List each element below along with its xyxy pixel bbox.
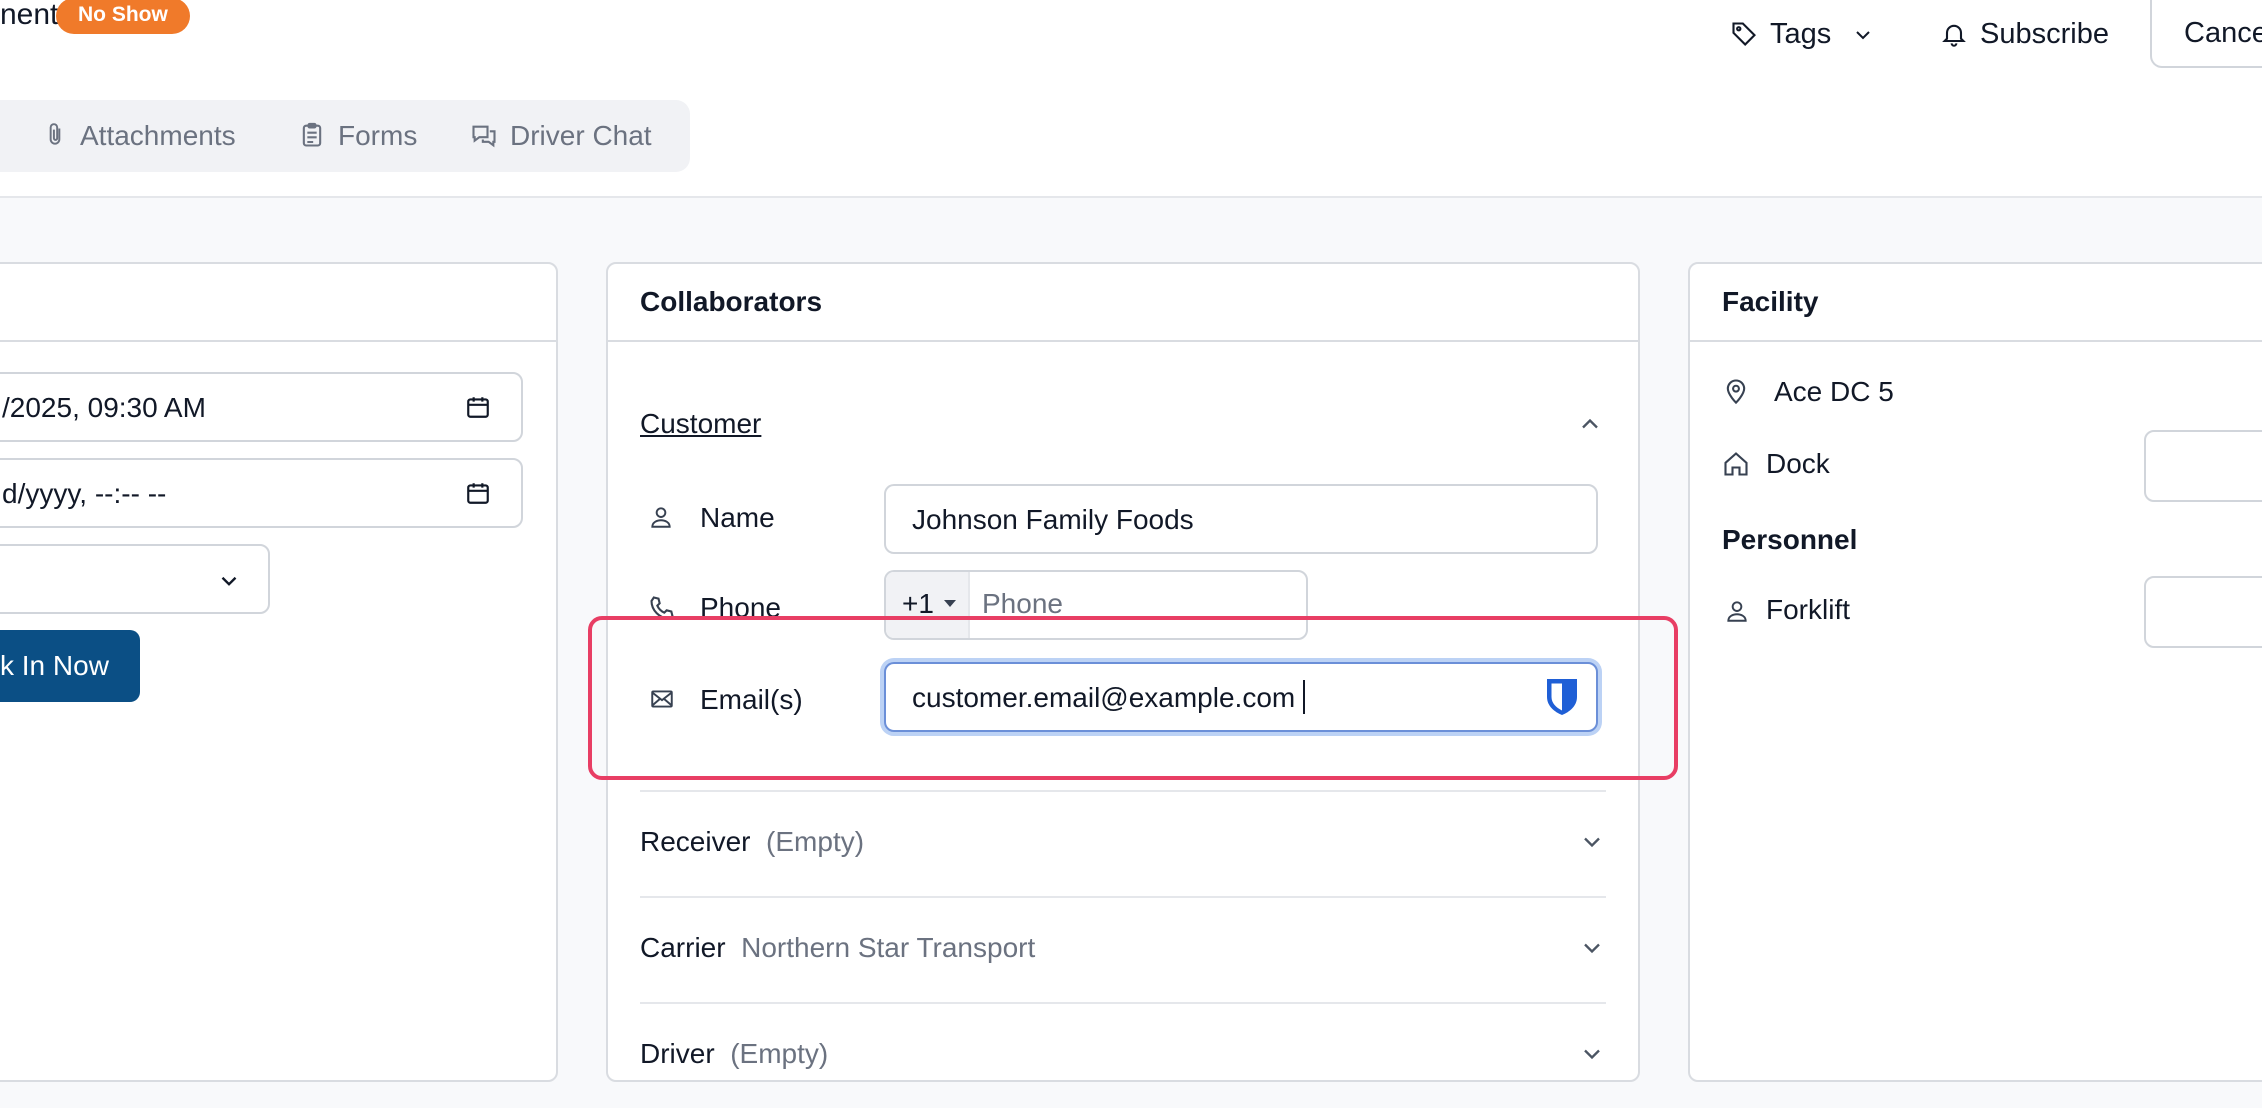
- chevron-down-icon: [1578, 828, 1606, 856]
- dock-select[interactable]: [2144, 430, 2262, 502]
- phone-icon: [648, 594, 676, 622]
- user-icon: [1724, 598, 1750, 624]
- tab-driver-chat[interactable]: Driver Chat: [470, 100, 652, 172]
- phone-label: Phone: [700, 592, 781, 623]
- start-datetime-value: /2025, 09:30 AM: [2, 392, 206, 423]
- end-datetime-input[interactable]: d/yyyy, --:-- --: [0, 458, 523, 528]
- check-in-now-button[interactable]: k In Now: [0, 630, 140, 702]
- chevron-down-icon: [216, 568, 242, 594]
- tab-label: Driver Chat: [510, 120, 652, 151]
- name-label: Name: [700, 502, 775, 533]
- card-header: Collaborators: [608, 264, 1638, 342]
- dock-label: Dock: [1766, 448, 1830, 479]
- tab-forms[interactable]: Forms: [298, 100, 417, 172]
- chat-icon: [470, 122, 498, 150]
- calendar-icon[interactable]: [465, 480, 491, 506]
- customer-name-value: Johnson Family Foods: [912, 504, 1194, 535]
- section-label: Receiver: [640, 826, 751, 857]
- subscribe-label: Subscribe: [1980, 17, 2109, 50]
- end-datetime-value: d/yyyy, --:-- --: [2, 478, 167, 509]
- chevron-down-icon: [1851, 22, 1875, 46]
- cancel-button[interactable]: Cance: [2150, 0, 2262, 68]
- chevron-down-icon: [1578, 934, 1606, 962]
- user-icon: [648, 504, 674, 530]
- chevron-down-icon: [1578, 1040, 1606, 1068]
- calendar-icon[interactable]: [465, 394, 491, 420]
- home-icon: [1722, 450, 1750, 478]
- customer-name-input[interactable]: Johnson Family Foods: [884, 484, 1598, 554]
- section-value: (Empty): [730, 1038, 829, 1069]
- facility-location: Ace DC 5: [1774, 376, 1894, 407]
- start-datetime-input[interactable]: /2025, 09:30 AM: [0, 372, 523, 442]
- collaborators-title: Collaborators: [640, 286, 823, 317]
- section-label: Driver: [640, 1038, 715, 1069]
- tab-label: Forms: [338, 120, 418, 151]
- forklift-label: Forklift: [1766, 594, 1850, 625]
- phone-placeholder: Phone: [982, 588, 1063, 619]
- driver-section[interactable]: Driver (Empty): [640, 1002, 1606, 1108]
- country-code-value: +1: [902, 588, 934, 619]
- receiver-section[interactable]: Receiver (Empty): [640, 790, 1606, 896]
- paperclip-icon: [42, 122, 68, 150]
- tag-icon: [1730, 20, 1758, 48]
- tags-label: Tags: [1770, 17, 1832, 50]
- phone-input[interactable]: +1 Phone: [884, 570, 1308, 640]
- customer-email-input[interactable]: customer.email@example.com: [884, 662, 1598, 732]
- customer-email-value: customer.email@example.com: [912, 682, 1296, 713]
- card-header: Facility: [1690, 264, 2262, 342]
- mail-icon: [648, 686, 676, 712]
- tab-bar: Attachments Forms Driver Chat: [0, 100, 690, 172]
- page-title: nent: [0, 0, 59, 31]
- text-cursor: [1303, 680, 1305, 714]
- section-value: Northern Star Transport: [741, 932, 1036, 963]
- top-bar: nent No Show Tags Subscribe Cance Attach…: [0, 0, 2262, 198]
- password-manager-shield-icon[interactable]: [1544, 676, 1580, 718]
- bell-icon: [1940, 20, 1968, 48]
- caret-down-icon: [944, 600, 956, 607]
- tags-button[interactable]: Tags: [1730, 12, 1875, 56]
- personnel-title: Personnel: [1722, 524, 1858, 555]
- subscribe-button[interactable]: Subscribe: [1940, 12, 2109, 56]
- location-pin-icon: [1722, 376, 1750, 406]
- section-value: (Empty): [766, 826, 865, 857]
- status-badge: No Show: [56, 0, 190, 34]
- country-code-select[interactable]: +1: [886, 572, 970, 638]
- clipboard-icon: [298, 121, 326, 151]
- tab-label: Attachments: [80, 120, 236, 151]
- chevron-up-icon[interactable]: [1576, 410, 1604, 438]
- carrier-section[interactable]: Carrier Northern Star Transport: [640, 896, 1606, 1002]
- customer-section-toggle[interactable]: Customer: [640, 408, 761, 440]
- card-header: [0, 264, 556, 342]
- status-select[interactable]: [0, 544, 270, 614]
- email-label: Email(s): [700, 684, 803, 715]
- facility-title: Facility: [1722, 286, 1819, 317]
- section-label: Carrier: [640, 932, 726, 963]
- forklift-select[interactable]: [2144, 576, 2262, 648]
- tab-attachments[interactable]: Attachments: [42, 100, 236, 172]
